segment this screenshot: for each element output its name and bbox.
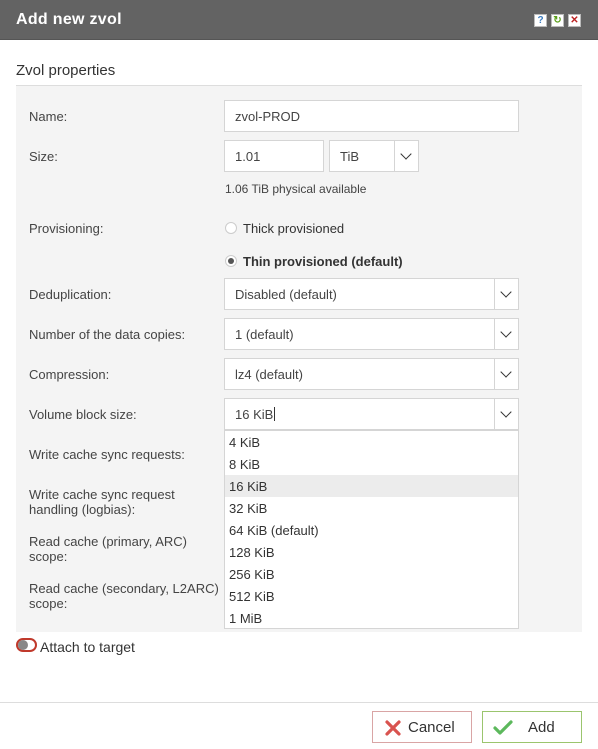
name-label: Name: <box>29 109 68 124</box>
help-icon[interactable]: ? <box>534 14 547 27</box>
provisioning-label: Provisioning: <box>29 221 104 236</box>
option-label: 32 KiB <box>229 501 268 516</box>
chevron-down-icon <box>494 319 518 349</box>
name-input[interactable]: zvol-PROD <box>224 100 519 132</box>
blocksize-option[interactable]: 128 KiB <box>225 541 518 563</box>
logbias-label-line1: Write cache sync request <box>29 487 175 502</box>
size-input[interactable]: 1.01 <box>224 140 324 172</box>
blocksize-select[interactable]: 16 KiB <box>224 398 519 430</box>
thick-provisioned-radio[interactable] <box>225 222 237 234</box>
option-label: 8 KiB <box>229 457 261 472</box>
add-button[interactable]: Add <box>482 711 582 743</box>
compression-select[interactable]: lz4 (default) <box>224 358 519 390</box>
chevron-down-icon <box>494 279 518 309</box>
logbias-label-line2: handling (logbias): <box>29 502 136 517</box>
read-secondary-label-line1: Read cache (secondary, L2ARC) <box>29 581 219 596</box>
blocksize-option[interactable]: 32 KiB <box>225 497 518 519</box>
compression-value: lz4 (default) <box>235 367 303 382</box>
option-label: 512 KiB <box>229 589 275 604</box>
blocksize-option[interactable]: 64 KiB (default) <box>225 519 518 541</box>
chevron-down-icon <box>494 399 518 429</box>
section-title: Zvol properties <box>16 62 116 79</box>
option-label: 64 KiB (default) <box>229 523 319 538</box>
attach-to-target-label: Attach to target <box>40 639 135 655</box>
blocksize-value: 16 KiB <box>235 407 276 422</box>
blocksize-option[interactable]: 256 KiB <box>225 563 518 585</box>
blocksize-label: Volume block size: <box>29 407 137 422</box>
thin-provisioned-label[interactable]: Thin provisioned (default) <box>243 254 403 269</box>
write-cache-label: Write cache sync requests: <box>29 447 185 462</box>
size-value: 1.01 <box>235 149 261 164</box>
text-caret <box>274 407 276 421</box>
option-label: 4 KiB <box>229 435 261 450</box>
compression-label: Compression: <box>29 367 110 382</box>
check-icon <box>493 720 513 735</box>
size-label: Size: <box>29 149 58 164</box>
blocksize-option[interactable]: 1 MiB <box>225 607 518 629</box>
footer-divider <box>0 702 598 703</box>
read-primary-label-line2: scope: <box>29 549 68 564</box>
cancel-button[interactable]: Cancel <box>372 711 472 743</box>
name-value: zvol-PROD <box>235 109 301 124</box>
blocksize-option-highlighted[interactable]: 16 KiB <box>225 475 518 497</box>
dedup-select[interactable]: Disabled (default) <box>224 278 519 310</box>
option-label: 128 KiB <box>229 545 275 560</box>
thick-provisioned-label[interactable]: Thick provisioned <box>243 221 344 236</box>
size-hint: 1.06 TiB physical available <box>225 182 367 196</box>
size-unit-select[interactable]: TiB <box>329 140 419 172</box>
thin-provisioned-radio[interactable] <box>225 255 237 267</box>
blocksize-option[interactable]: 4 KiB <box>225 431 518 453</box>
blocksize-option[interactable]: 8 KiB <box>225 453 518 475</box>
dedup-label: Deduplication: <box>29 287 112 302</box>
close-icon[interactable]: ✕ <box>568 14 581 27</box>
copies-label: Number of the data copies: <box>29 327 186 342</box>
close-icon <box>385 720 401 736</box>
dialog-titlebar: Add new zvol ? ↻ ✕ <box>0 0 598 40</box>
chevron-down-icon <box>394 141 418 171</box>
size-unit-value: TiB <box>340 149 360 164</box>
copies-value: 1 (default) <box>235 327 294 342</box>
option-label: 256 KiB <box>229 567 275 582</box>
blocksize-text: 16 KiB <box>235 407 274 422</box>
blocksize-dropdown-list: 4 KiB 8 KiB 16 KiB 32 KiB 64 KiB (defaul… <box>224 430 519 629</box>
option-label: 1 MiB <box>229 611 263 626</box>
attach-to-target-toggle[interactable] <box>16 638 37 652</box>
cancel-label: Cancel <box>408 719 455 736</box>
blocksize-option[interactable]: 512 KiB <box>225 585 518 607</box>
add-label: Add <box>528 719 555 736</box>
copies-select[interactable]: 1 (default) <box>224 318 519 350</box>
read-secondary-label-line2: scope: <box>29 596 68 611</box>
chevron-down-icon <box>494 359 518 389</box>
refresh-icon[interactable]: ↻ <box>551 14 564 27</box>
option-label: 16 KiB <box>229 479 268 494</box>
read-primary-label-line1: Read cache (primary, ARC) <box>29 534 187 549</box>
dedup-value: Disabled (default) <box>235 287 337 302</box>
dialog-title: Add new zvol <box>16 11 122 28</box>
